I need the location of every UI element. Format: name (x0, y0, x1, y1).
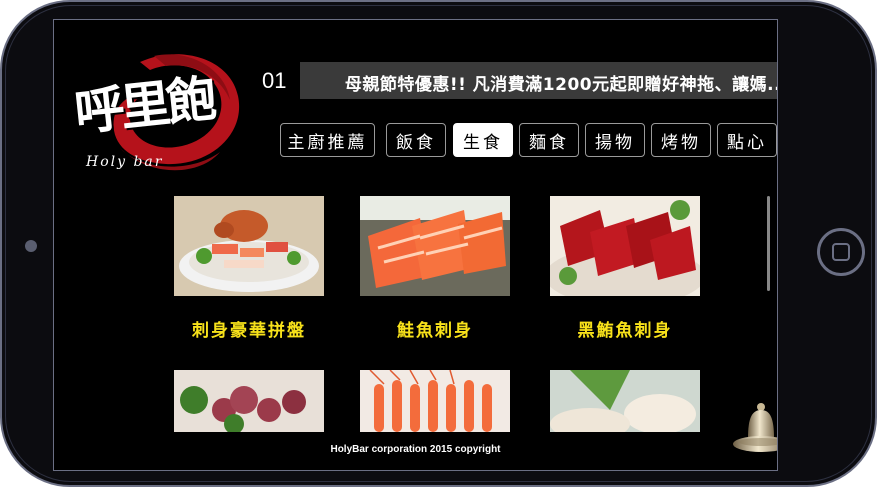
bell-icon[interactable] (730, 402, 777, 458)
camera-icon (25, 240, 37, 252)
tab-grilled[interactable]: 烤物 (651, 123, 711, 157)
salmon-sashimi-image (360, 196, 510, 296)
announcement-marquee[interactable]: 母親節特優惠!! 凡消費滿1200元起即贈好神拖、讓媽... (300, 62, 778, 99)
tab-snacks[interactable]: 點心 (717, 123, 777, 157)
tab-noodles[interactable]: 麵食 (519, 123, 579, 157)
menu-item-name: 鮭魚刺身 (397, 321, 473, 341)
logo-subtitle: Holy bar (86, 154, 164, 170)
tab-fried[interactable]: 揚物 (585, 123, 645, 157)
menu-item-name: 刺身豪華拼盤 (192, 321, 306, 341)
logo[interactable]: 呼里飽 Holy bar (70, 48, 248, 171)
home-button-icon (832, 243, 850, 261)
slide-number: 01 (262, 68, 287, 93)
tab-raw[interactable]: 生食 (453, 123, 513, 157)
menu-item-name: 黑鮪魚刺身 (577, 321, 673, 341)
octopus-image (174, 370, 324, 432)
sashimi-platter-image (174, 196, 324, 296)
announcement-text: 母親節特優惠!! 凡消費滿1200元起即贈好神拖、讓媽... (344, 75, 778, 95)
scrollbar[interactable] (767, 196, 770, 291)
footer-copyright: HolyBar corporation 2015 copyright (330, 444, 501, 455)
home-button[interactable] (817, 228, 865, 276)
tab-chef-recommend[interactable]: 主廚推薦 (280, 123, 375, 157)
phone-frame: 呼里飽 Holy bar 01 母親節特優惠!! 凡消費滿1200元起即贈好神拖… (0, 0, 877, 487)
tuna-sashimi-image (550, 196, 700, 296)
tab-rice[interactable]: 飯食 (386, 123, 446, 157)
logo-text: 呼里飽 (71, 68, 216, 143)
shrimp-image (360, 370, 510, 432)
scallop-image (550, 370, 700, 432)
app-screen: 呼里飽 Holy bar 01 母親節特優惠!! 凡消費滿1200元起即贈好神拖… (53, 19, 778, 471)
